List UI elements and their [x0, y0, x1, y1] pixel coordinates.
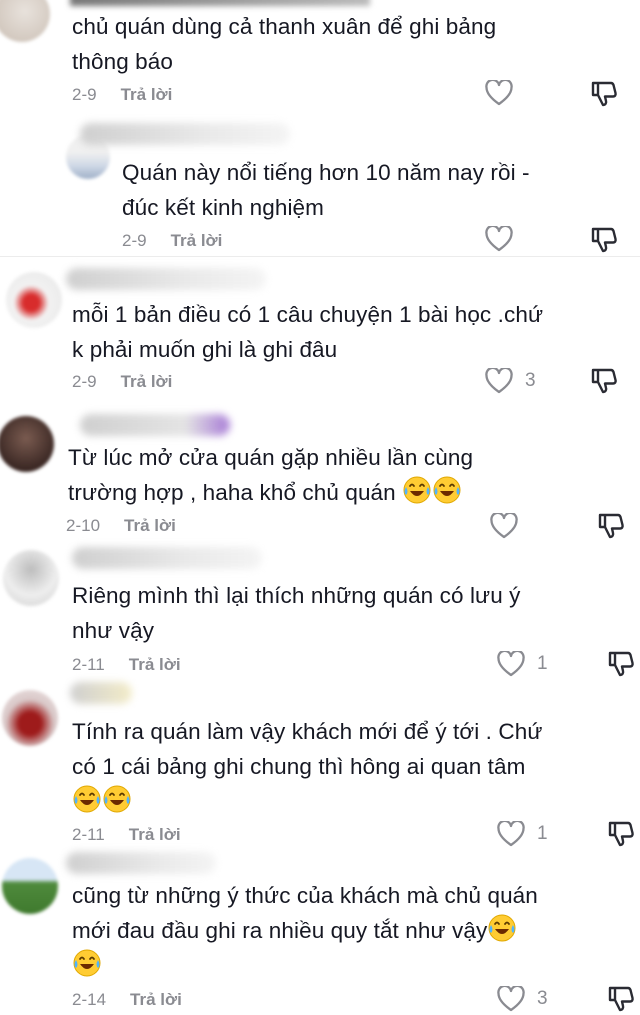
username-blur — [80, 414, 230, 436]
laughing-tears-emoji — [488, 914, 516, 942]
comment-date: 2-11 — [72, 655, 105, 674]
heart-outline-icon — [497, 986, 525, 1012]
comment-date: 2-11 — [72, 825, 105, 844]
thumbs-down-outline-icon[interactable] — [590, 80, 618, 108]
thumbs-down-outline-icon[interactable] — [607, 820, 635, 848]
reply-button[interactable]: Trả lời — [171, 231, 223, 250]
reply-button[interactable]: Trả lời — [129, 655, 181, 674]
avatar[interactable] — [0, 416, 54, 472]
avatar[interactable] — [3, 550, 59, 606]
heart-outline-icon — [485, 368, 513, 394]
comment-text: Tính ra quán làm vậy khách mới để ý tới … — [72, 714, 543, 819]
thumbs-down-outline-icon[interactable] — [590, 367, 618, 395]
comment-meta: 2-14 Trả lời — [72, 990, 182, 1010]
laughing-tears-emoji — [103, 785, 131, 813]
laughing-tears-emoji — [73, 785, 101, 813]
heart-outline-icon — [485, 226, 513, 252]
comment-date: 2-9 — [122, 231, 147, 250]
like-count: 1 — [537, 653, 548, 674]
username-blur — [72, 547, 262, 569]
avatar[interactable] — [2, 690, 58, 746]
comment-meta: 2-9 Trả lời — [122, 231, 222, 251]
heart-outline-icon — [485, 80, 513, 106]
comment-date: 2-10 — [66, 516, 101, 535]
divider — [0, 256, 640, 257]
emoji-group — [487, 914, 517, 943]
like-button[interactable] — [485, 80, 513, 106]
thumbs-down-outline-icon[interactable] — [607, 650, 635, 678]
like-button[interactable]: 1 — [497, 821, 548, 847]
reply-button[interactable]: Trả lời — [124, 516, 176, 535]
comment-meta: 2-11 Trả lời — [72, 825, 181, 845]
heart-outline-icon — [497, 821, 525, 847]
like-count: 3 — [525, 370, 536, 391]
emoji-group — [72, 785, 132, 814]
like-count: 3 — [537, 988, 548, 1009]
comment-meta: 2-11 Trả lời — [72, 655, 181, 675]
emoji-group — [402, 476, 462, 505]
avatar[interactable] — [2, 858, 58, 914]
reply-button[interactable]: Trả lời — [121, 85, 173, 104]
thumbs-down-outline-icon[interactable] — [597, 512, 625, 540]
like-button[interactable] — [490, 513, 518, 539]
like-count: 1 — [537, 823, 548, 844]
comment-text: mỗi 1 bản điều có 1 câu chuyện 1 bài học… — [72, 302, 544, 362]
username-blur — [66, 852, 216, 874]
comment-text: chủ quán dùng cả thanh xuân để ghi bảng … — [72, 14, 497, 74]
like-button[interactable]: 3 — [485, 368, 536, 394]
comment-date: 2-9 — [72, 372, 97, 391]
comment-text: Quán này nổi tiếng hơn 10 năm nay rồi - … — [122, 160, 530, 220]
avatar[interactable] — [6, 272, 62, 328]
comment-meta: 2-9 Trả lời — [72, 85, 172, 105]
heart-outline-icon — [490, 513, 518, 539]
username-blur — [70, 682, 132, 704]
reply-button[interactable]: Trả lời — [129, 825, 181, 844]
comment-date: 2-9 — [72, 85, 97, 104]
comment-meta: 2-9 Trả lời — [72, 372, 172, 392]
heart-outline-icon — [497, 651, 525, 677]
reply-button[interactable]: Trả lời — [130, 990, 182, 1009]
comment-text: Từ lúc mở cửa quán gặp nhiều lần cùng tr… — [68, 445, 474, 505]
laughing-tears-emoji — [403, 476, 431, 504]
laughing-tears-emoji — [433, 476, 461, 504]
like-button[interactable]: 3 — [497, 986, 548, 1012]
comment-text: cũng từ những ý thức của khách mà chủ qu… — [72, 878, 538, 983]
cut-off-header-blur — [70, 0, 370, 6]
thumbs-down-outline-icon[interactable] — [590, 226, 618, 254]
comment-text: Riêng mình thì lại thích những quán có l… — [72, 583, 521, 643]
avatar[interactable] — [0, 0, 50, 42]
laughing-tears-emoji — [73, 949, 101, 977]
comment-meta: 2-10 Trả lời — [66, 516, 176, 536]
like-button[interactable]: 1 — [497, 651, 548, 677]
thumbs-down-outline-icon[interactable] — [607, 985, 635, 1013]
username-blur — [66, 268, 266, 290]
like-button[interactable] — [485, 226, 513, 252]
username-blur — [80, 123, 290, 145]
emoji-group — [72, 949, 102, 978]
reply-button[interactable]: Trả lời — [121, 372, 173, 391]
comment-date: 2-14 — [72, 990, 107, 1009]
